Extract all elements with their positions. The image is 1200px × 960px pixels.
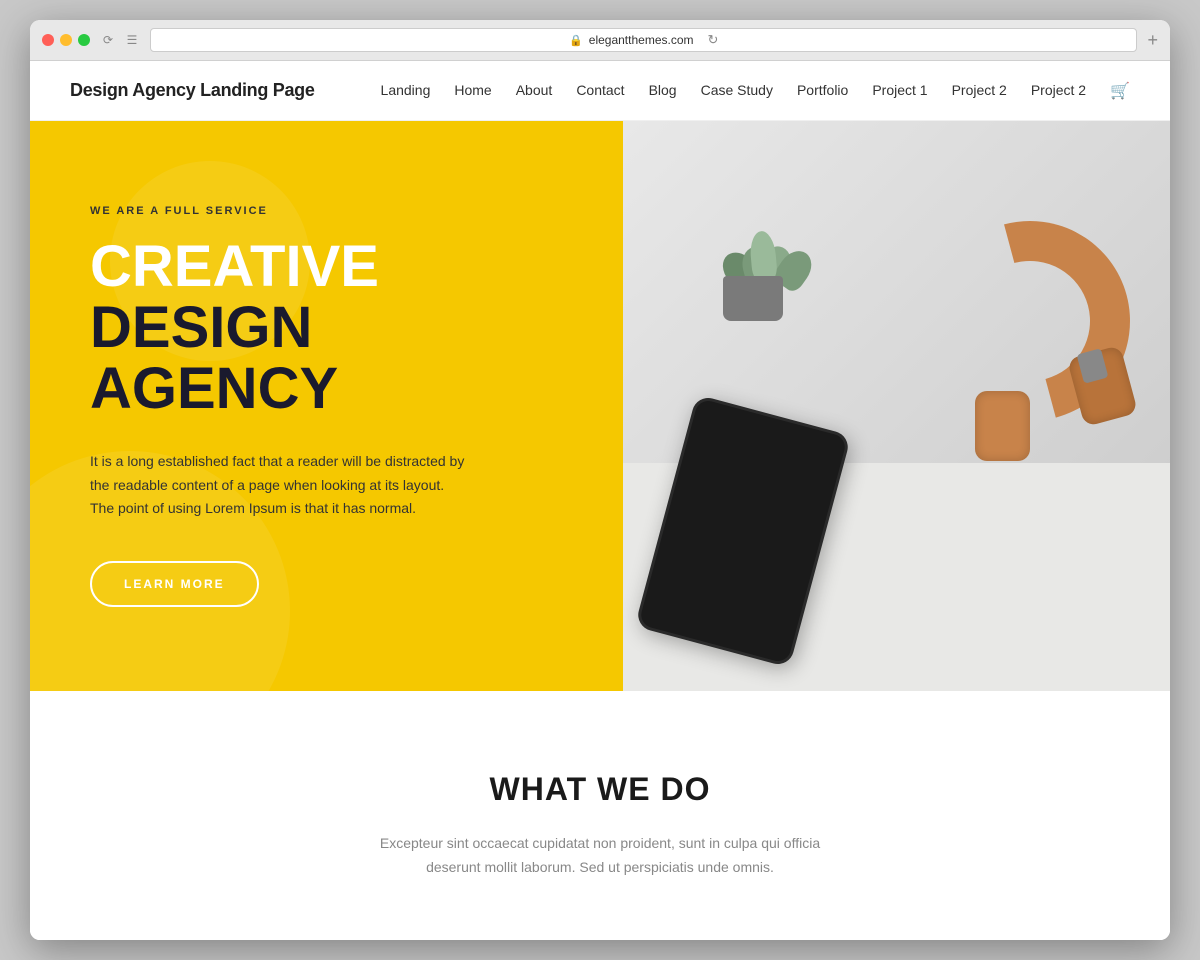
nav-link-project2a[interactable]: Project 2 [952,82,1007,98]
nav-item-project2a[interactable]: Project 2 [952,82,1007,100]
plant-decoration [703,221,803,321]
reload-icon[interactable]: ⟳ [100,32,116,48]
hero-cta-button[interactable]: LEARN MORE [90,561,259,607]
lock-icon: 🔒 [569,34,583,47]
nav-item-contact[interactable]: Contact [576,82,624,100]
new-tab-button[interactable]: + [1147,30,1158,51]
menu-icon[interactable]: ☰ [124,32,140,48]
nav-item-cart[interactable]: 🛒 [1110,81,1130,101]
section-subtitle: Excepteur sint occaecat cupidatat non pr… [360,832,840,880]
minimize-button[interactable] [60,34,72,46]
refresh-icon[interactable]: ↻ [708,32,719,48]
site-logo[interactable]: Design Agency Landing Page [70,80,315,101]
plant-pot [723,276,783,321]
nav-item-about[interactable]: About [516,82,553,100]
website-content: Design Agency Landing Page Landing Home … [30,61,1170,940]
hero-left-panel: WE ARE A FULL SERVICE CREATIVE DESIGN AG… [30,121,623,691]
browser-controls: ⟳ ☰ [100,32,140,48]
cart-icon[interactable]: 🛒 [1110,83,1130,100]
nav-item-casestudy[interactable]: Case Study [701,82,773,100]
nav-link-blog[interactable]: Blog [649,82,677,98]
navbar: Design Agency Landing Page Landing Home … [30,61,1170,121]
nav-item-blog[interactable]: Blog [649,82,677,100]
maximize-button[interactable] [78,34,90,46]
headphone-arc [893,185,1166,458]
nav-link-portfolio[interactable]: Portfolio [797,82,848,98]
nav-link-home[interactable]: Home [454,82,491,98]
headphone-cup-left [975,391,1030,461]
what-we-do-section: WHAT WE DO Excepteur sint occaecat cupid… [30,691,1170,940]
hero-section: WE ARE A FULL SERVICE CREATIVE DESIGN AG… [30,121,1170,691]
nav-link-landing[interactable]: Landing [381,82,431,98]
address-bar[interactable]: 🔒 elegantthemes.com ↻ [150,28,1137,52]
close-button[interactable] [42,34,54,46]
hero-description: It is a long established fact that a rea… [90,450,470,521]
plant-leaf-5 [748,230,777,282]
nav-link-contact[interactable]: Contact [576,82,624,98]
nav-link-casestudy[interactable]: Case Study [701,82,773,98]
hero-title-line2: DESIGN AGENCY [90,298,563,420]
browser-right-controls: + [1147,30,1158,51]
hero-title-line1: CREATIVE [90,237,563,298]
nav-item-project2b[interactable]: Project 2 [1031,82,1086,100]
browser-window: ⟳ ☰ 🔒 elegantthemes.com ↻ + Design Agenc… [30,20,1170,940]
hero-subtitle: WE ARE A FULL SERVICE [90,205,563,217]
nav-links: Landing Home About Contact Blog Case Stu… [381,81,1130,101]
url-text: elegantthemes.com [589,33,694,47]
headphones-decoration [870,201,1150,481]
hero-photo [623,121,1170,691]
traffic-lights [42,34,90,46]
nav-item-portfolio[interactable]: Portfolio [797,82,848,100]
nav-link-project1[interactable]: Project 1 [872,82,927,98]
browser-chrome: ⟳ ☰ 🔒 elegantthemes.com ↻ + [30,20,1170,61]
hero-right-panel [623,121,1170,691]
nav-item-project1[interactable]: Project 1 [872,82,927,100]
nav-link-project2b[interactable]: Project 2 [1031,82,1086,98]
nav-item-home[interactable]: Home [454,82,491,100]
section-title: WHAT WE DO [70,771,1130,808]
nav-item-landing[interactable]: Landing [381,82,431,100]
nav-link-about[interactable]: About [516,82,553,98]
